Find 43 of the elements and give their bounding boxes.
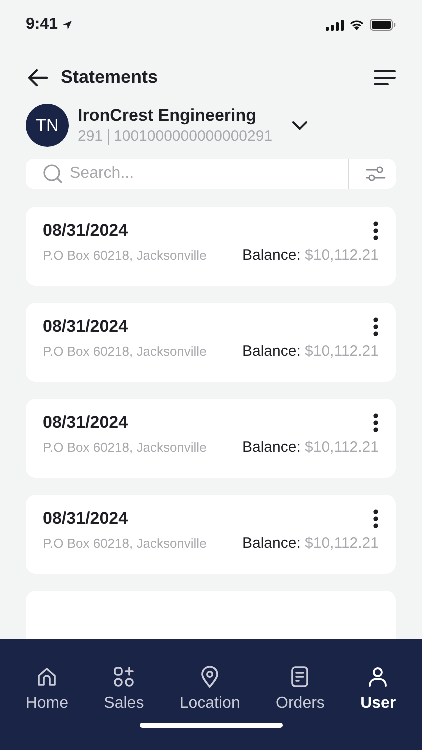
statement-address: P.O Box 60218, Jacksonville [43, 536, 207, 551]
tab-bar-item[interactable]: Location [176, 665, 244, 713]
statement-card[interactable]: 08/31/2024 P.O Box 60218, Jacksonville Balance: $10,112.21 [26, 207, 396, 286]
search-bar[interactable]: Search... [26, 159, 396, 189]
wifi-icon [349, 19, 365, 31]
statement-balance: Balance: $10,112.21 [242, 439, 379, 456]
chevron-down-icon[interactable] [292, 120, 308, 130]
menu-icon[interactable] [374, 70, 396, 86]
more-options-icon[interactable] [373, 509, 379, 529]
page-title: Statements [61, 67, 158, 88]
statement-card[interactable]: 08/31/2024 P.O Box 60218, Jacksonville Balance: $10,112.21 [26, 303, 396, 382]
account-avatar: TN [26, 104, 69, 147]
statement-card[interactable]: 08/31/2024 P.O Box 60218, Jacksonville Balance: $10,112.21 [26, 399, 396, 478]
statement-address: P.O Box 60218, Jacksonville [43, 248, 207, 263]
location-arrow-icon [62, 20, 74, 30]
statement-date: 08/31/2024 [43, 413, 128, 433]
statement-address: P.O Box 60218, Jacksonville [43, 344, 207, 359]
statement-balance: Balance: $10,112.21 [242, 247, 379, 264]
signal-icon [326, 20, 344, 30]
back-arrow-icon[interactable] [28, 68, 48, 86]
tab-bar-item[interactable]: User [356, 665, 400, 713]
battery-icon [370, 19, 396, 31]
statement-card[interactable]: 08/31/2024 P.O Box 60218, Jacksonville Balance: $10,112.21 [26, 495, 396, 574]
tab-bar-item[interactable]: Home [22, 665, 73, 713]
statement-address: P.O Box 60218, Jacksonville [43, 440, 207, 455]
squares-plus-icon [112, 665, 136, 689]
statement-date: 08/31/2024 [43, 509, 128, 529]
statement-balance: Balance: $10,112.21 [242, 535, 379, 552]
account-number: 291 [78, 128, 104, 145]
filter-sliders-icon[interactable] [366, 166, 386, 182]
search-input[interactable]: Search... [68, 164, 322, 184]
account-name: IronCrest Engineering [78, 106, 258, 126]
statement-balance: Balance: $10,112.21 [242, 343, 379, 360]
clock-time: 9:41 [26, 16, 58, 34]
tab-bar-item[interactable]: Sales [100, 665, 148, 713]
search-icon [43, 164, 63, 184]
statement-date: 08/31/2024 [43, 317, 128, 337]
statement-date: 08/31/2024 [43, 221, 128, 241]
more-options-icon[interactable] [373, 221, 379, 241]
account-id: 1001000000000000291 [114, 128, 273, 145]
more-options-icon[interactable] [373, 317, 379, 337]
tab-bar-item[interactable]: Orders [272, 665, 329, 713]
more-options-icon[interactable] [373, 413, 379, 433]
